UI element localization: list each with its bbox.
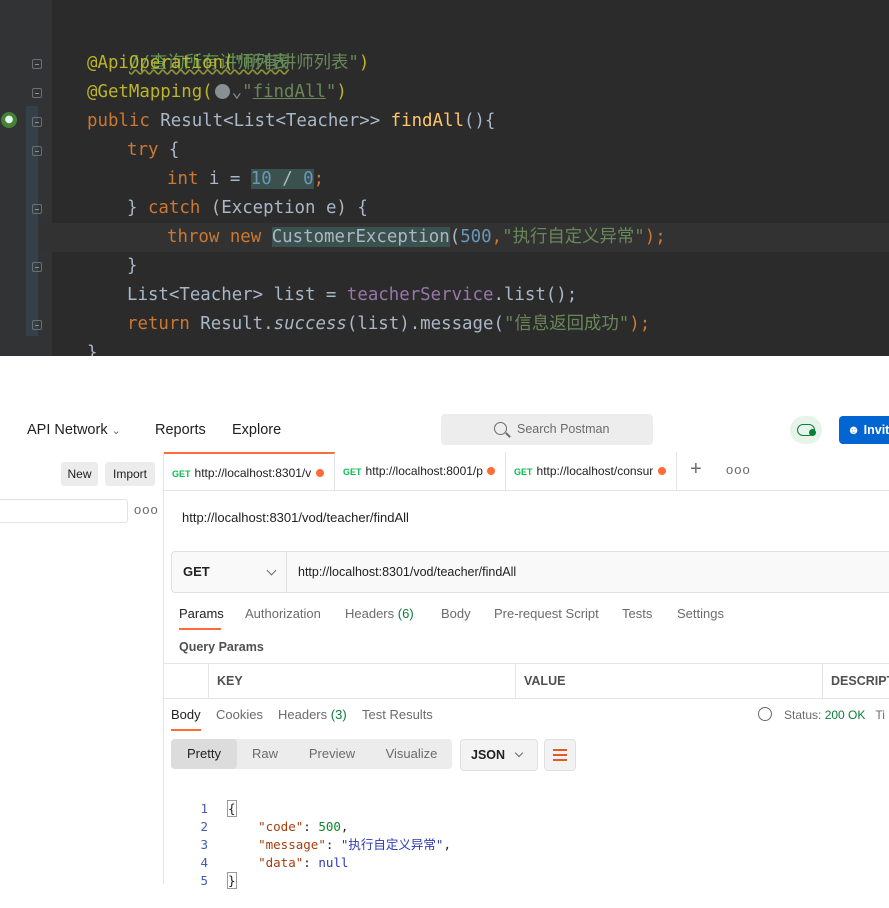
response-line: 1{	[200, 800, 237, 817]
unsaved-dot-icon	[487, 467, 495, 475]
fold-icon[interactable]	[32, 59, 42, 69]
response-tab-body[interactable]: Body	[171, 707, 201, 722]
column-value: VALUE	[515, 664, 822, 698]
unsaved-dot-icon	[658, 467, 666, 475]
tab-body[interactable]: Body	[441, 606, 471, 621]
view-visualize[interactable]: Visualize	[371, 739, 452, 769]
url-bar: GET http://localhost:8301/vod/teacher/fi…	[171, 551, 889, 593]
web-icon[interactable]	[214, 84, 230, 99]
response-line: 2 "code": 500,	[200, 819, 349, 834]
search-input[interactable]: Search Postman	[441, 414, 653, 445]
code-line-comment: //查询所有讲师列表	[128, 53, 289, 73]
response-tab-headers[interactable]: Headers (3)	[278, 707, 347, 722]
postman-window: API Network ⌄ Reports Explore Search Pos…	[0, 356, 889, 889]
fold-icon[interactable]	[32, 320, 42, 330]
globe-icon[interactable]	[758, 707, 772, 721]
request-name[interactable]: http://localhost:8301/vod/teacher/findAl…	[182, 510, 409, 525]
sidebar: New Import ooo	[0, 452, 164, 884]
request-tab[interactable]: GET http://localhost/consur	[506, 452, 677, 490]
query-params-label: Query Params	[179, 640, 264, 654]
tab-tests[interactable]: Tests	[622, 606, 652, 621]
url-input[interactable]: http://localhost:8301/vod/teacher/findAl…	[298, 552, 516, 592]
add-user-icon: ☻	[847, 423, 861, 437]
nav-reports[interactable]: Reports	[155, 422, 206, 438]
response-line: 4 "data": null	[200, 855, 349, 870]
code-line-try: try {	[127, 140, 180, 160]
format-select[interactable]: JSON	[460, 739, 538, 771]
chevron-down-icon: ⌄	[111, 425, 121, 437]
new-button[interactable]: New	[61, 462, 98, 486]
code-line-throw: throw new CustomerException(500,"执行自定义异常…	[167, 227, 666, 247]
view-preview[interactable]: Preview	[293, 739, 371, 769]
code-line-int: int i = 10 / 0;	[167, 169, 325, 189]
import-button[interactable]: Import	[105, 462, 155, 486]
top-bar: API Network ⌄ Reports Explore Search Pos…	[0, 356, 889, 452]
search-placeholder: Search Postman	[517, 422, 610, 436]
column-description: DESCRIPT	[822, 664, 889, 698]
sync-status-icon[interactable]	[790, 416, 822, 444]
code-line-get-mapping: @GetMapping(⌄"findAll")	[87, 82, 347, 102]
sidebar-more-icon[interactable]: ooo	[134, 502, 159, 517]
request-tab[interactable]: GET http://localhost:8001/p	[335, 452, 506, 490]
response-body[interactable]: 1{ 2 "code": 500, 3 "message": "执行自定义异常"…	[164, 782, 889, 889]
code-line-method-close: }	[87, 343, 98, 356]
active-tab-indicator	[179, 628, 221, 630]
request-tabs-bar: GET http://localhost:8301/v GET http://loc…	[164, 452, 889, 491]
sidebar-filter-input[interactable]	[0, 499, 128, 523]
method-select[interactable]: GET	[172, 552, 287, 592]
new-tab-plus-icon[interactable]: +	[690, 458, 702, 481]
code-line-return: return Result.success(list).message("信息返…	[127, 314, 651, 334]
status-code: 200 OK	[824, 708, 866, 722]
active-tab-indicator	[171, 729, 201, 731]
tab-more-icon[interactable]: ooo	[726, 462, 751, 477]
fold-icon[interactable]	[32, 146, 42, 156]
request-tab[interactable]: GET http://localhost:8301/v	[164, 452, 335, 490]
response-line: 5}	[200, 872, 237, 889]
unsaved-dot-icon	[316, 469, 324, 477]
code-line-list: List<Teacher> list = teacherService.list…	[127, 285, 578, 305]
nav-explore[interactable]: Explore	[232, 422, 281, 438]
view-pretty[interactable]: Pretty	[171, 739, 237, 769]
response-tab-cookies[interactable]: Cookies	[216, 707, 263, 722]
tab-params[interactable]: Params	[179, 606, 224, 621]
fold-icon[interactable]	[32, 117, 42, 127]
code-editor[interactable]: ● //查询所有讲师列表 @ApiOperation("所有讲师列表") @Ge…	[0, 0, 889, 356]
tab-authorization[interactable]: Authorization	[245, 606, 321, 621]
tab-pre-request-script[interactable]: Pre-request Script	[494, 606, 599, 621]
code-line-close-brace: }	[127, 256, 138, 276]
fold-icon[interactable]	[32, 88, 42, 98]
fold-icon[interactable]	[32, 204, 42, 214]
code-line-catch: } catch (Exception e) {	[127, 198, 368, 218]
wrap-lines-icon[interactable]	[544, 739, 576, 771]
code-line-api-operation: @ApiOperation("所有讲师列表")	[87, 53, 370, 73]
scope-indicator	[26, 106, 38, 336]
column-key: KEY	[208, 664, 515, 698]
response-status: Status: 200 OK Ti	[758, 707, 885, 722]
params-table-header: KEY VALUE DESCRIPT	[164, 663, 889, 699]
view-mode-selector: Pretty Raw Preview Visualize	[171, 739, 452, 769]
code-line-method-signature: public Result<List<Teacher>> findAll(){	[87, 111, 496, 131]
chevron-down-icon	[514, 748, 524, 758]
tab-headers[interactable]: Headers (6)	[345, 606, 414, 621]
tab-settings[interactable]: Settings	[677, 606, 724, 621]
view-raw[interactable]: Raw	[237, 739, 293, 769]
invite-button[interactable]: ☻ Invite	[839, 416, 889, 444]
fold-icon[interactable]	[32, 262, 42, 272]
search-icon	[494, 422, 507, 435]
response-tab-test-results[interactable]: Test Results	[362, 707, 433, 722]
run-gutter-icon[interactable]: ●	[1, 112, 17, 128]
response-line: 3 "message": "执行自定义异常",	[200, 837, 451, 852]
chevron-down-icon	[266, 565, 277, 576]
nav-api-network[interactable]: API Network ⌄	[27, 422, 121, 438]
